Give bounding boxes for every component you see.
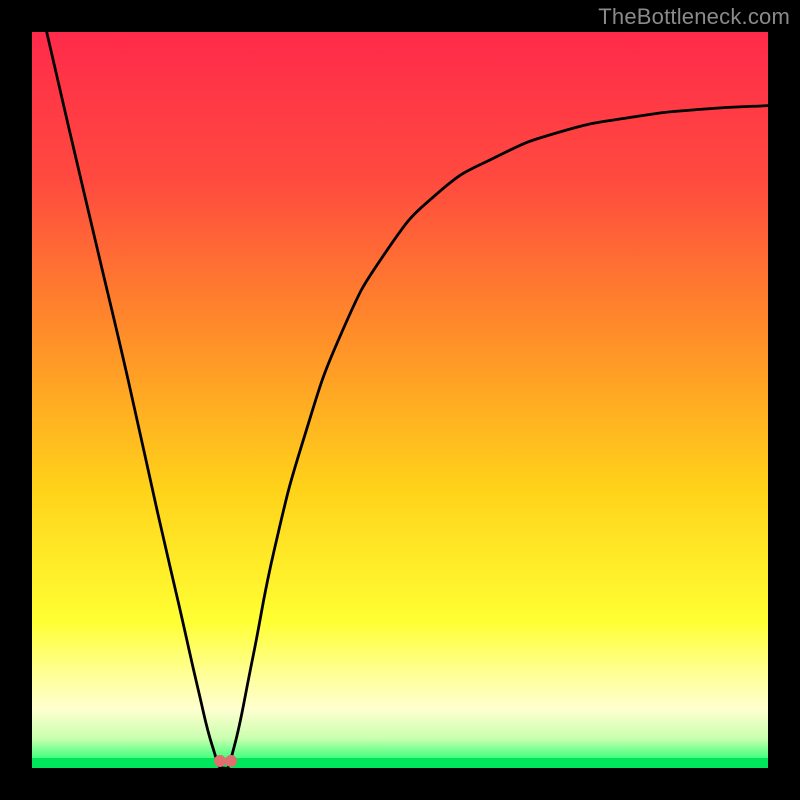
watermark-text: TheBottleneck.com: [598, 4, 790, 30]
optimum-marker: [214, 755, 226, 767]
chart-frame: TheBottleneck.com: [0, 0, 800, 800]
data-curve: [47, 32, 768, 768]
optimum-marker: [225, 755, 237, 767]
curve-layer: [32, 32, 768, 768]
plot-area: [32, 32, 768, 768]
